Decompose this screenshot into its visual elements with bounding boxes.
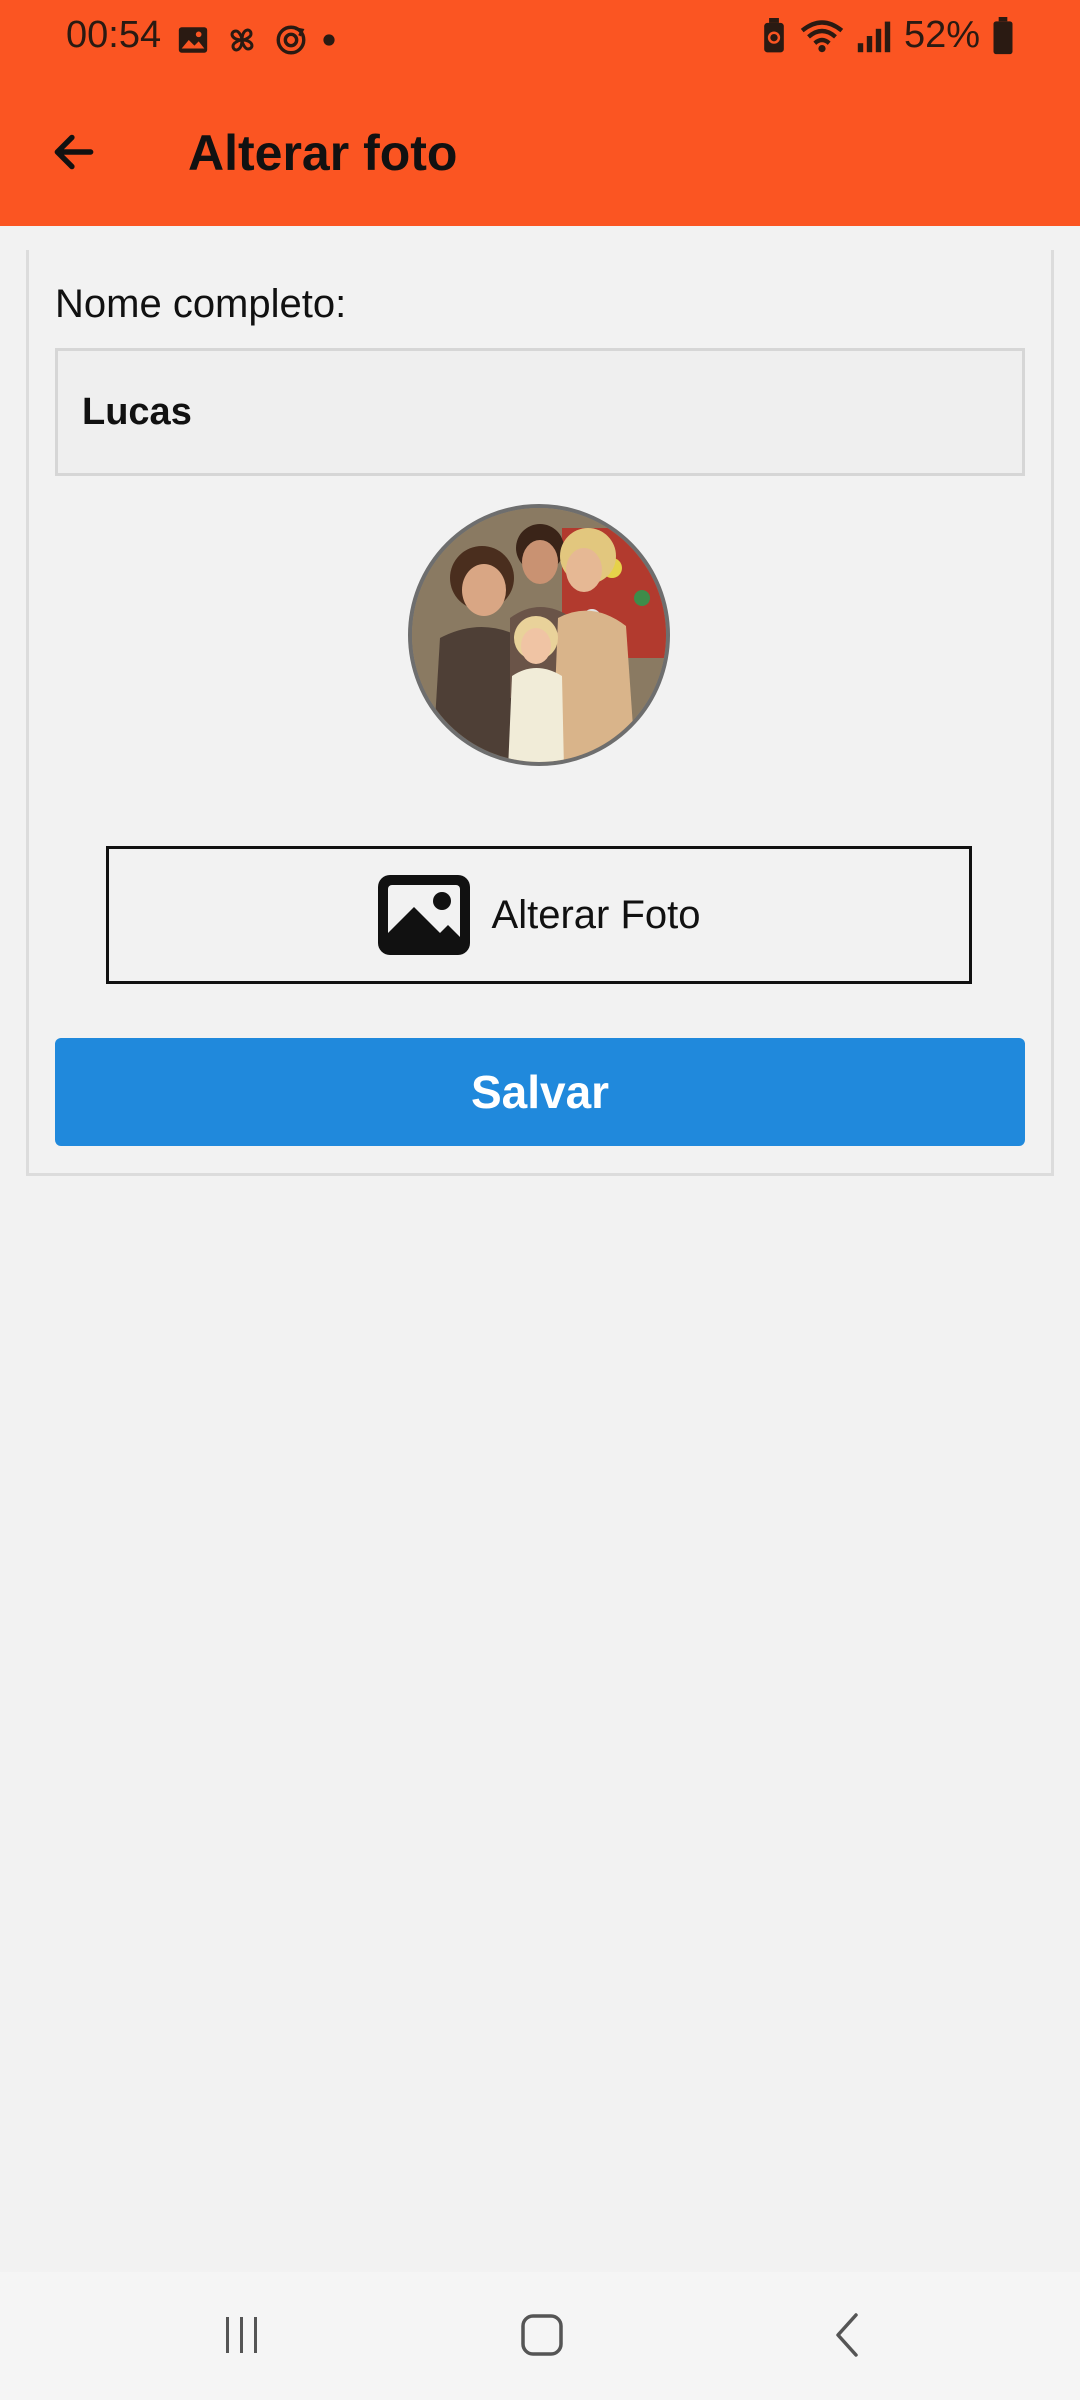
pinwheel-icon <box>230 28 254 52</box>
change-photo-label: Alterar Foto <box>491 892 701 937</box>
save-button[interactable]: Salvar <box>55 1038 1025 1146</box>
back-icon <box>836 2313 858 2357</box>
arrow-left-icon <box>54 134 94 170</box>
status-bar: 00:54 52% <box>0 0 1080 80</box>
recent-apps-button[interactable] <box>202 2300 282 2370</box>
battery-saver-icon <box>764 17 784 52</box>
change-photo-button[interactable]: Alterar Foto <box>106 846 972 984</box>
dot-icon <box>323 34 335 46</box>
profile-photo <box>412 508 666 762</box>
image-icon <box>377 875 470 955</box>
sync-icon <box>276 25 306 55</box>
signal-icon <box>857 21 891 52</box>
name-label: Nome completo: <box>55 282 347 326</box>
wifi-icon <box>800 19 844 52</box>
battery-percent: 52% <box>903 14 980 56</box>
name-field[interactable]: Lucas <box>55 348 1025 476</box>
image-icon <box>178 27 208 53</box>
system-nav-bar <box>0 2272 1080 2400</box>
status-right-icons: 52% <box>760 14 1014 57</box>
home-button[interactable] <box>502 2300 582 2370</box>
battery-icon <box>993 16 1013 54</box>
home-icon <box>521 2314 563 2356</box>
recent-apps-icon <box>226 2317 257 2353</box>
status-time: 00:54 <box>66 14 162 56</box>
nav-back-button[interactable] <box>808 2300 888 2370</box>
avatar <box>408 504 670 766</box>
back-button[interactable] <box>42 120 106 184</box>
status-notification-icons <box>176 20 336 60</box>
page-title: Alterar foto <box>188 125 458 181</box>
app-bar: 00:54 52% Alterar foto <box>0 0 1080 226</box>
